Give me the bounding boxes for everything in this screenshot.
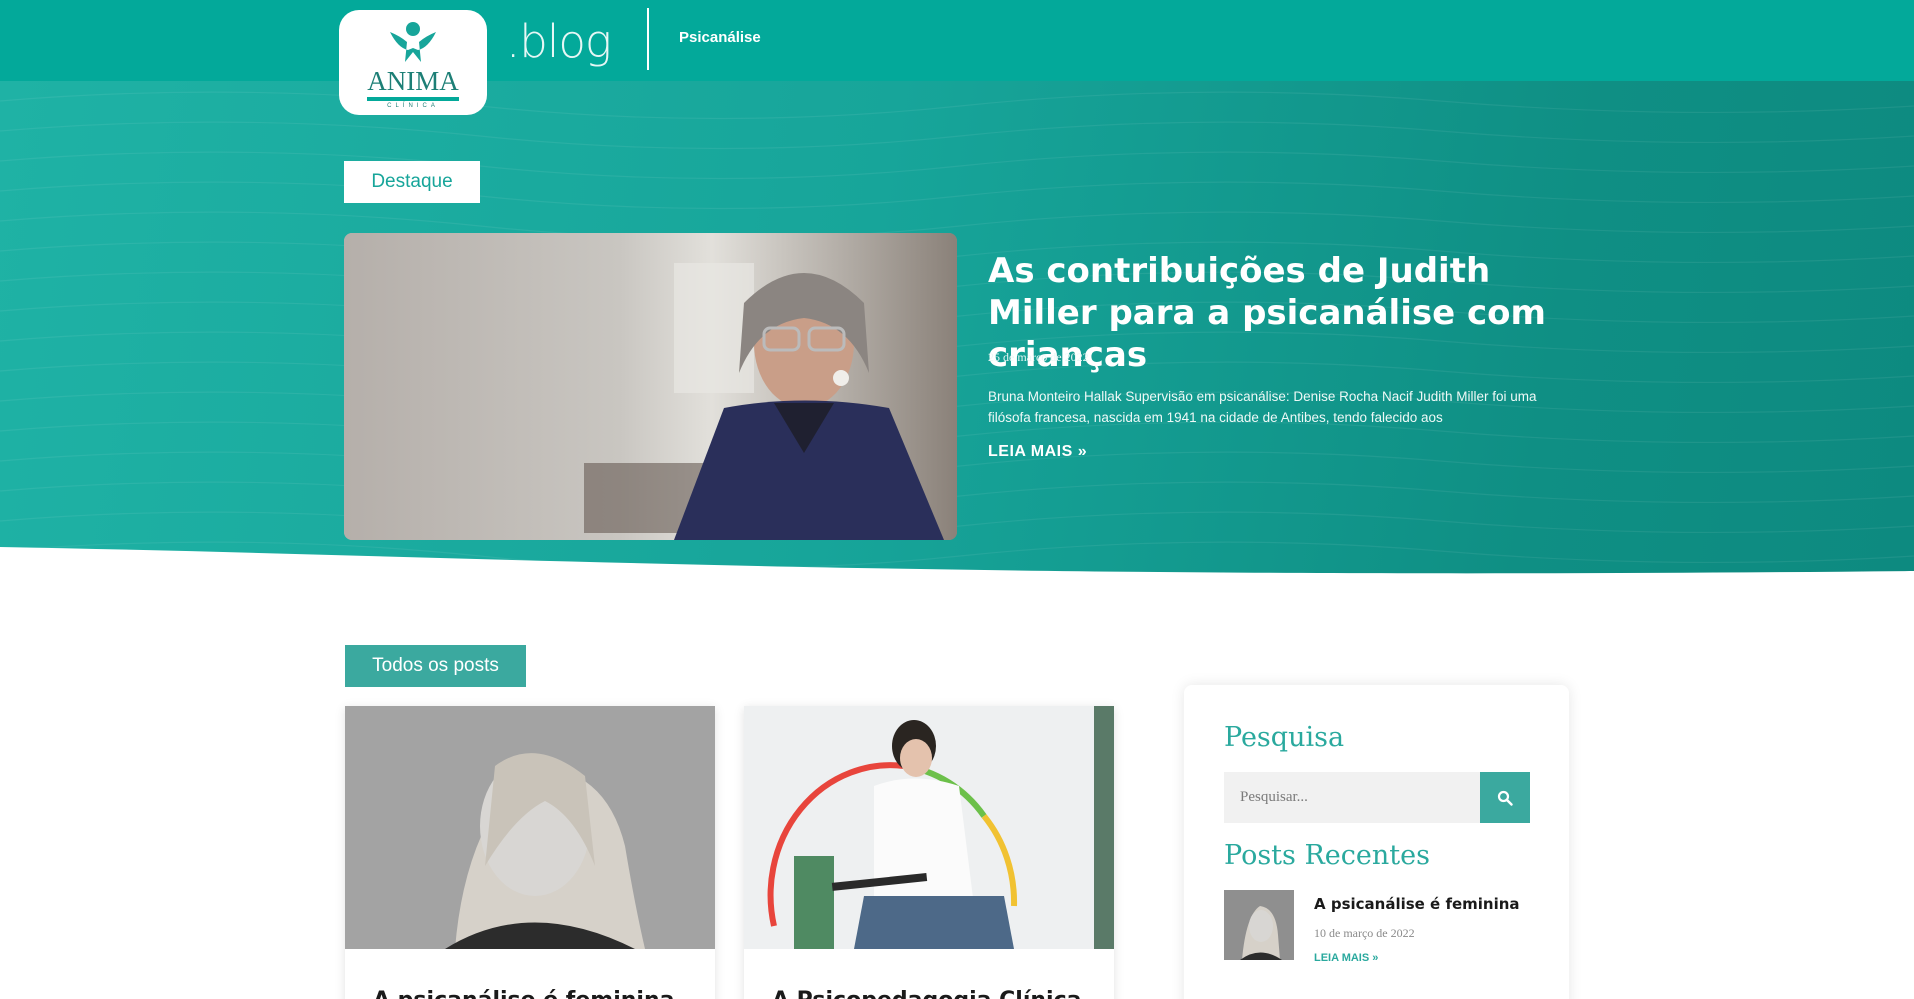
site-logo[interactable]: ANIMA CLÍNICA [339, 10, 487, 115]
post-photo-woman [345, 706, 715, 949]
post-thumbnail[interactable] [744, 706, 1114, 949]
all-posts-badge: Todos os posts [345, 645, 526, 687]
sidebar: Pesquisa Posts Recentes A psicanálise é … [1184, 685, 1569, 999]
recent-posts-heading: Posts Recentes [1224, 840, 1430, 871]
featured-excerpt: Bruna Monteiro Hallak Supervisão em psic… [988, 389, 1537, 425]
logo-subtext: CLÍNICA [387, 103, 439, 109]
logo-wordmark: ANIMA [367, 66, 459, 96]
post-title[interactable]: A psicanálise é feminina [373, 988, 674, 999]
top-bar [0, 0, 1914, 81]
hero-section [0, 81, 1914, 586]
featured-read-more-link[interactable]: LEIA MAIS » [988, 443, 1087, 461]
featured-photo [344, 233, 957, 540]
recent-post-date: 10 de março de 2022 [1314, 926, 1415, 940]
logo-underline [367, 97, 459, 101]
header-divider [647, 8, 649, 70]
post-card[interactable]: A psicanálise é feminina [345, 706, 715, 999]
post-title[interactable]: A Psicopedagogia Clínica [772, 988, 1081, 999]
recent-post-thumbnail[interactable] [1224, 890, 1294, 960]
post-card[interactable]: A Psicopedagogia Clínica [744, 706, 1114, 999]
recent-post-photo [1224, 890, 1294, 960]
recent-post-read-more-link[interactable]: LEIA MAIS » [1314, 952, 1378, 964]
recent-post-item: A psicanálise é feminina 10 de março de … [1224, 890, 1534, 964]
nav-link-psicanalise[interactable]: Psicanálise [679, 29, 761, 46]
search-icon [1497, 790, 1513, 806]
post-photo-therapist [744, 706, 1114, 949]
recent-post-title[interactable]: A psicanálise é feminina [1314, 895, 1520, 913]
featured-date: 25 de março de 2022 [988, 350, 1089, 364]
featured-image[interactable] [344, 233, 957, 540]
search-heading: Pesquisa [1224, 722, 1345, 753]
search-input[interactable] [1224, 772, 1480, 823]
anima-logo-icon [390, 22, 436, 62]
post-thumbnail[interactable] [345, 706, 715, 949]
search-form [1224, 772, 1530, 823]
blog-label: .blog [506, 15, 612, 68]
hero-wave-pattern [0, 91, 1914, 586]
search-button[interactable] [1480, 772, 1530, 823]
featured-badge: Destaque [344, 161, 480, 203]
